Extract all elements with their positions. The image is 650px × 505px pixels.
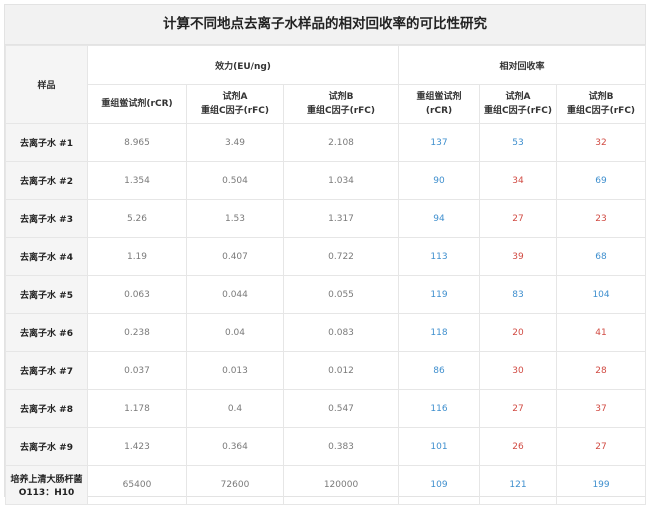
potency-rcr: 1.354: [87, 161, 187, 200]
header-row-groups: 样品 效力(EU/ng) 相对回收率: [5, 45, 647, 124]
sample-name: 去离子水 #8: [5, 389, 88, 428]
sample-name: 去离子水 #5: [5, 275, 88, 314]
potency-a: 0.504: [186, 161, 284, 200]
potency-b: 2.108: [282, 123, 400, 162]
sample-name: 去离子水 #1: [5, 123, 88, 162]
recovery-a: 27: [479, 199, 558, 238]
recovery-b: 104: [556, 275, 647, 314]
recovery-rcr: 109: [398, 465, 481, 505]
potency-b: 0.547: [282, 389, 400, 428]
recovery-b: 69: [556, 161, 647, 200]
recovery-rcr: 101: [398, 427, 481, 466]
recovery-b: 32: [556, 123, 647, 162]
recovery-b: 68: [556, 237, 647, 276]
recovery-rcr: 118: [398, 313, 481, 352]
recovery-b: 28: [556, 351, 647, 390]
table-row: 去离子水 #4 1.19 0.407 0.722 113 39 68: [5, 237, 647, 276]
table-row: 去离子水 #5 0.063 0.044 0.055 119 83 104: [5, 275, 647, 314]
header-sample: 样品: [5, 45, 88, 124]
potency-b: 120000: [282, 465, 400, 505]
potency-rcr: 0.238: [87, 313, 187, 352]
header-potency-rcr: 重组鲎试剂(rCR): [87, 84, 187, 124]
table-row: 去离子水 #3 5.26 1.53 1.317 94 27 23: [5, 199, 647, 238]
potency-rcr: 1.178: [87, 389, 187, 428]
potency-rcr: 65400: [87, 465, 187, 505]
potency-rcr: 8.965: [87, 123, 187, 162]
table-row: 去离子水 #9 1.423 0.364 0.383 101 26 27: [5, 427, 647, 466]
recovery-a: 83: [479, 275, 558, 314]
sample-name: 去离子水 #3: [5, 199, 88, 238]
recovery-rcr: 137: [398, 123, 481, 162]
table-title: 计算不同地点去离子水样品的相对回收率的可比性研究: [5, 5, 645, 45]
table-row: 去离子水 #2 1.354 0.504 1.034 90 34 69: [5, 161, 647, 200]
recovery-rcr: 116: [398, 389, 481, 428]
table-card: 计算不同地点去离子水样品的相对回收率的可比性研究 样品 效力(EU/ng) 相对…: [4, 4, 647, 505]
recovery-b: 41: [556, 313, 647, 352]
header-recovery-b: 试剂B 重组C因子(rFC): [556, 84, 647, 124]
table-row: 去离子水 #7 0.037 0.013 0.012 86 30 28: [5, 351, 647, 390]
recovery-rcr: 113: [398, 237, 481, 276]
header-potency-a: 试剂A 重组C因子(rFC): [186, 84, 284, 124]
recovery-a: 26: [479, 427, 558, 466]
table-row: 去离子水 #8 1.178 0.4 0.547 116 27 37: [5, 389, 647, 428]
recovery-a: 30: [479, 351, 558, 390]
recovery-a: 53: [479, 123, 558, 162]
potency-a: 0.013: [186, 351, 284, 390]
recovery-b: 37: [556, 389, 647, 428]
potency-b: 1.034: [282, 161, 400, 200]
header-potency-group: 效力(EU/ng): [86, 45, 400, 85]
potency-a: 0.044: [186, 275, 284, 314]
recovery-rcr: 119: [398, 275, 481, 314]
table-row: 培养上清大肠杆菌 O113：H10 65400 72600 120000 109 …: [5, 465, 647, 505]
potency-a: 0.407: [186, 237, 284, 276]
potency-rcr: 1.423: [87, 427, 187, 466]
sample-name: 去离子水 #6: [5, 313, 88, 352]
potency-b: 1.317: [282, 199, 400, 238]
header-row-columns: 重组鲎试剂(rCR) 试剂A 重组C因子(rFC) 试剂B 重组C因子(rFC) 重…: [6, 84, 647, 124]
potency-b: 0.722: [282, 237, 400, 276]
potency-a: 72600: [186, 465, 284, 505]
recovery-b: 199: [556, 465, 647, 505]
potency-a: 3.49: [186, 123, 284, 162]
recovery-a: 27: [479, 389, 558, 428]
recovery-table: 样品 效力(EU/ng) 相对回收率 重组鲎试剂(rCR) 试剂A 重组C因子(r…: [5, 45, 647, 505]
recovery-a: 39: [479, 237, 558, 276]
potency-a: 1.53: [186, 199, 284, 238]
header-recovery-group: 相对回收率: [398, 45, 647, 85]
potency-rcr: 0.063: [87, 275, 187, 314]
recovery-rcr: 86: [398, 351, 481, 390]
potency-a: 0.364: [186, 427, 284, 466]
recovery-a: 34: [479, 161, 558, 200]
recovery-b: 23: [556, 199, 647, 238]
potency-a: 0.04: [186, 313, 284, 352]
sample-name: 去离子水 #4: [5, 237, 88, 276]
header-recovery-rcr: 重组鲎试剂 (rCR): [398, 84, 481, 124]
recovery-b: 27: [556, 427, 647, 466]
potency-rcr: 1.19: [87, 237, 187, 276]
recovery-a: 20: [479, 313, 558, 352]
recovery-rcr: 94: [398, 199, 481, 238]
sample-name: 去离子水 #7: [5, 351, 88, 390]
potency-b: 0.055: [282, 275, 400, 314]
recovery-a: 121: [479, 465, 558, 505]
potency-rcr: 0.037: [87, 351, 187, 390]
header-potency-b: 试剂B 重组C因子(rFC): [282, 84, 400, 124]
potency-rcr: 5.26: [87, 199, 187, 238]
potency-b: 0.383: [282, 427, 400, 466]
sample-name: 培养上清大肠杆菌 O113：H10: [5, 465, 88, 505]
potency-b: 0.012: [282, 351, 400, 390]
sample-name: 去离子水 #2: [5, 161, 88, 200]
header-recovery-a: 试剂A 重组C因子(rFC): [479, 84, 558, 124]
potency-a: 0.4: [186, 389, 284, 428]
table-row: 去离子水 #1 8.965 3.49 2.108 137 53 32: [5, 123, 647, 162]
recovery-rcr: 90: [398, 161, 481, 200]
potency-b: 0.083: [282, 313, 400, 352]
sample-name: 去离子水 #9: [5, 427, 88, 466]
table-row: 去离子水 #6 0.238 0.04 0.083 118 20 41: [5, 313, 647, 352]
